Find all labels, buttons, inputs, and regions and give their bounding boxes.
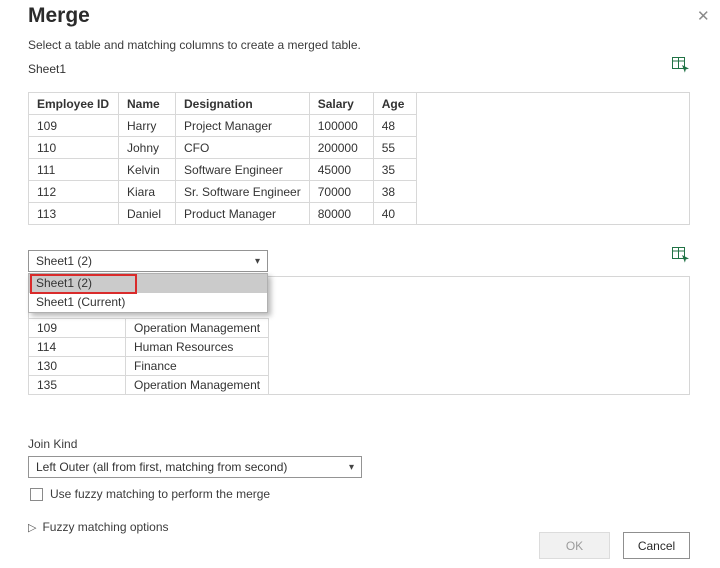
fuzzy-checkbox-label: Use fuzzy matching to perform the merge — [50, 487, 270, 501]
second-table-selected-value: Sheet1 (2) — [36, 254, 92, 268]
join-kind-select[interactable]: Left Outer (all from first, matching fro… — [28, 456, 362, 478]
cell: 40 — [373, 203, 416, 225]
second-table-select[interactable]: Sheet1 (2) ▾ — [28, 250, 268, 272]
table-row: 113 Daniel Product Manager 80000 40 — [29, 203, 417, 225]
cell: Kiara — [119, 181, 176, 203]
column-header-salary: Salary — [309, 93, 373, 115]
table-picker-icon[interactable] — [671, 56, 691, 74]
cell: 113 — [29, 203, 119, 225]
table-row: 109 Harry Project Manager 100000 48 — [29, 115, 417, 137]
cell: 112 — [29, 181, 119, 203]
cell: 45000 — [309, 159, 373, 181]
second-table: 109 Operation Management 114 Human Resou… — [28, 318, 269, 395]
first-table: Employee ID Name Designation Salary Age … — [28, 92, 417, 225]
table-grid-arrow-icon — [671, 246, 691, 264]
join-kind-label: Join Kind — [28, 437, 77, 451]
dialog-title: Merge — [28, 4, 90, 28]
cell: Harry — [119, 115, 176, 137]
cell: 70000 — [309, 181, 373, 203]
cell: 109 — [29, 115, 119, 137]
cell: 80000 — [309, 203, 373, 225]
cell: 100000 — [309, 115, 373, 137]
fuzzy-matching-checkbox[interactable] — [30, 488, 43, 501]
join-kind-selected-value: Left Outer (all from first, matching fro… — [36, 460, 287, 474]
cell: 114 — [29, 338, 126, 357]
chevron-down-icon: ▾ — [255, 256, 260, 267]
cell: 48 — [373, 115, 416, 137]
table-row: 130 Finance — [29, 357, 269, 376]
cell: 110 — [29, 137, 119, 159]
cancel-button[interactable]: Cancel — [623, 532, 690, 559]
cell: 111 — [29, 159, 119, 181]
cell: 109 — [29, 319, 126, 338]
cell: Operation Management — [126, 319, 269, 338]
cell: Finance — [126, 357, 269, 376]
column-header-age: Age — [373, 93, 416, 115]
first-table-label: Sheet1 — [28, 62, 66, 76]
table-row: 111 Kelvin Software Engineer 45000 35 — [29, 159, 417, 181]
ok-button[interactable]: OK — [539, 532, 610, 559]
cell: Software Engineer — [176, 159, 310, 181]
column-header-employee-id: Employee ID — [29, 93, 119, 115]
expander-label: Fuzzy matching options — [42, 520, 168, 534]
table-row: 109 Operation Management — [29, 319, 269, 338]
cell: Daniel — [119, 203, 176, 225]
cell: Operation Management — [126, 376, 269, 395]
cell: 135 — [29, 376, 126, 395]
header-row: Employee ID Name Designation Salary Age — [29, 93, 417, 115]
table-row: 114 Human Resources — [29, 338, 269, 357]
cell: CFO — [176, 137, 310, 159]
dropdown-option-sheet1-current[interactable]: Sheet1 (Current) — [29, 293, 267, 312]
column-header-name: Name — [119, 93, 176, 115]
cell: 55 — [373, 137, 416, 159]
cell: 38 — [373, 181, 416, 203]
cell: Project Manager — [176, 115, 310, 137]
cell: Johny — [119, 137, 176, 159]
fuzzy-options-expander[interactable]: ▷ Fuzzy matching options — [28, 520, 169, 534]
close-icon[interactable]: ✕ — [697, 7, 710, 25]
expander-arrow-icon: ▷ — [28, 521, 36, 534]
column-header-designation: Designation — [176, 93, 310, 115]
table-row: 135 Operation Management — [29, 376, 269, 395]
cell: 200000 — [309, 137, 373, 159]
cell: Sr. Software Engineer — [176, 181, 310, 203]
first-table-preview: Employee ID Name Designation Salary Age … — [28, 92, 690, 225]
table-row: 110 Johny CFO 200000 55 — [29, 137, 417, 159]
dropdown-option-sheet1-2[interactable]: Sheet1 (2) — [29, 274, 267, 293]
chevron-down-icon: ▾ — [349, 462, 354, 473]
dialog-subtitle: Select a table and matching columns to c… — [28, 38, 361, 52]
cell: Human Resources — [126, 338, 269, 357]
cell: 35 — [373, 159, 416, 181]
table-grid-arrow-icon — [671, 56, 691, 74]
cell: Product Manager — [176, 203, 310, 225]
cell: 130 — [29, 357, 126, 376]
table-picker-icon[interactable] — [671, 246, 691, 264]
cell: Kelvin — [119, 159, 176, 181]
table-dropdown-list: Sheet1 (2) Sheet1 (Current) — [28, 273, 268, 313]
fuzzy-matching-row: Use fuzzy matching to perform the merge — [30, 487, 270, 501]
table-row: 112 Kiara Sr. Software Engineer 70000 38 — [29, 181, 417, 203]
